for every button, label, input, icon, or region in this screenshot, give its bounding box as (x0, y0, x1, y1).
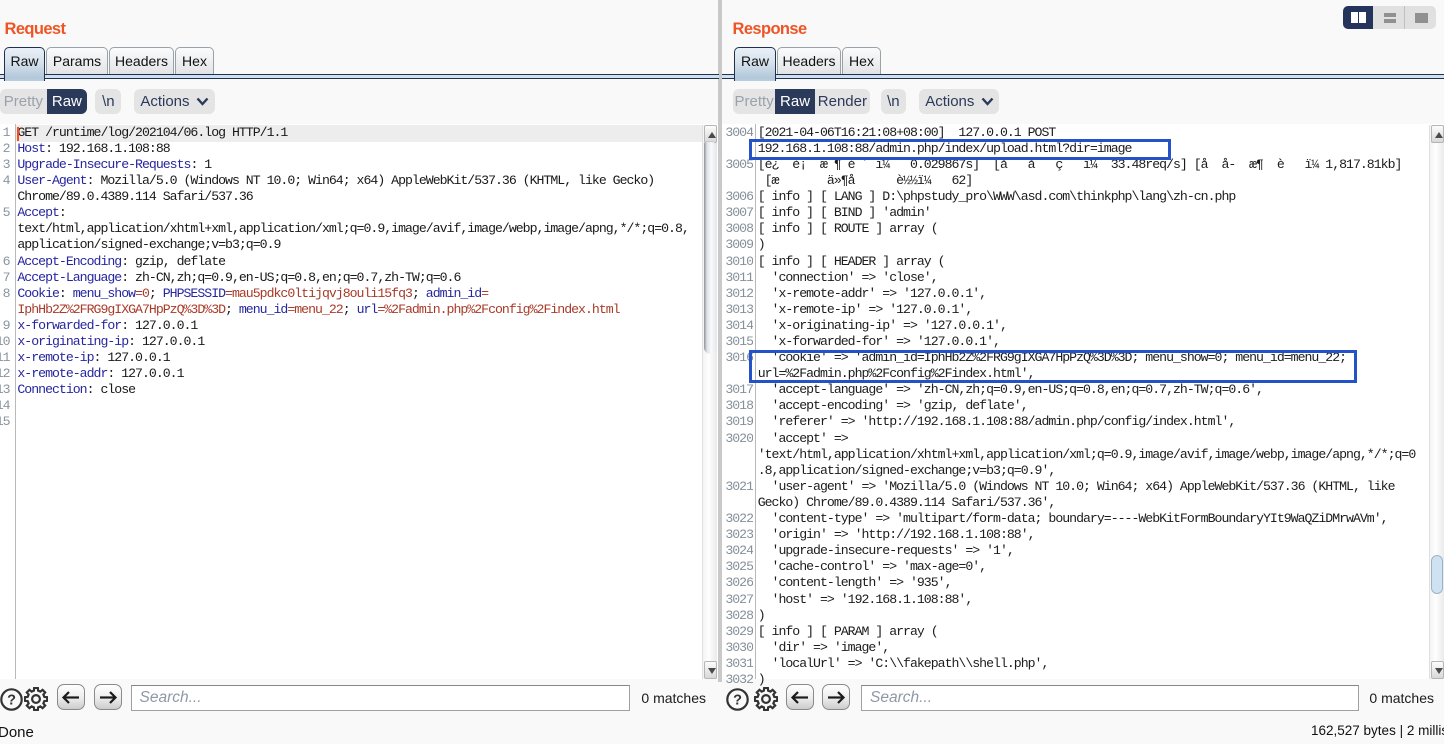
svg-text:?: ? (7, 692, 16, 708)
svg-text:?: ? (733, 692, 742, 708)
